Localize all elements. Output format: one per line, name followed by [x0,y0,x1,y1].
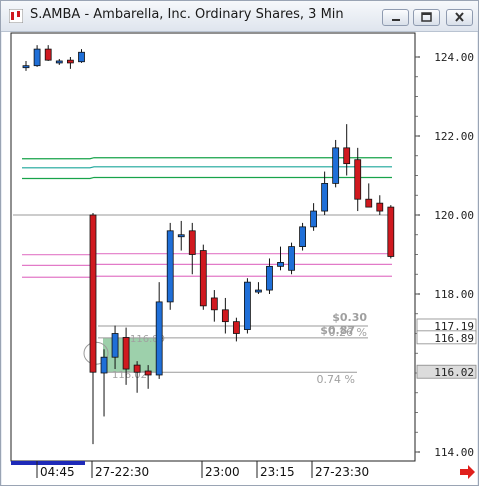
title-bar[interactable]: S.AMBA - Ambarella, Inc. Ordinary Shares… [1,1,478,32]
candle-body[interactable] [299,226,306,248]
restore-button[interactable] [413,9,440,26]
candle[interactable] [299,222,306,251]
candle-body[interactable] [22,65,30,69]
y-axis-tick-label: 120.00 [434,209,474,222]
scroll-right-arrow-icon[interactable] [460,465,475,479]
candle-body[interactable] [67,59,74,64]
candle-body[interactable] [133,364,141,373]
candle-body[interactable] [155,301,163,376]
window-title: S.AMBA - Ambarella, Inc. Ordinary Shares… [30,7,344,22]
price-flag-label: 116.02 [434,366,474,379]
annotation-dollar-label: $0.30 [332,311,367,324]
candle-body[interactable] [266,265,273,291]
annotation-percent-label: 0.74 % [317,373,355,386]
minimize-button[interactable] [382,9,409,26]
price-flag: 116.02 [416,364,477,379]
x-axis-tick-label: 23:00 [205,465,240,479]
candle[interactable] [166,222,174,310]
x-axis-tick-label: 23:15 [260,465,295,479]
candle-body[interactable] [144,370,152,376]
candle[interactable] [288,242,295,275]
y-axis-tick-label: 118.00 [434,288,474,301]
candle-body[interactable] [387,206,395,257]
candle-body[interactable] [343,147,351,165]
candle-body[interactable] [33,48,41,67]
restore-icon [421,12,432,22]
x-axis-tick-label: 04:45 [40,465,75,479]
minimize-icon [392,19,400,21]
candle-body[interactable] [288,246,295,271]
plot-area[interactable] [10,32,416,462]
chart-panel[interactable]: $0.30 0.26 % 116.89 $0.87 0.74 % 116.02 124.0… [2,32,477,485]
annotation-dollar-label: $0.87 [320,324,355,337]
candlestick-chart[interactable]: $0.300.26 %116.89$0.870.74 %116.02 124.0… [2,32,477,485]
y-axis-tick-label: 114.00 [434,446,474,459]
chart-window: S.AMBA - Ambarella, Inc. Ordinary Shares… [0,0,479,486]
candle-body[interactable] [365,198,373,208]
close-button[interactable] [446,9,473,26]
candle-body[interactable] [100,356,108,374]
candle-body[interactable] [177,234,185,238]
candle[interactable] [244,278,251,334]
candle-body[interactable] [354,159,362,200]
candle-body[interactable] [255,289,262,293]
x-axis-tick-label: 27-23:30 [315,465,369,479]
candle-body[interactable] [210,297,218,311]
candle[interactable] [387,205,395,259]
candle-body[interactable] [332,147,340,184]
price-flag: 116.89 [416,330,477,345]
close-icon [455,12,464,22]
candle-body[interactable] [277,261,284,267]
x-axis-tick-label: 27-22:30 [95,465,149,479]
candle-body[interactable] [111,333,119,358]
candle-body[interactable] [232,321,240,334]
candle[interactable] [199,244,207,310]
y-axis-tick-label: 124.00 [434,51,474,64]
y-axis-tick-label: 122.00 [434,130,474,143]
candle-body[interactable] [376,202,384,212]
candle-body[interactable] [310,210,318,228]
candle-body[interactable] [188,230,196,255]
chart-app-icon [9,9,23,23]
candle-body[interactable] [55,60,63,64]
candle-body[interactable] [199,250,207,307]
candle-body[interactable] [89,214,97,373]
price-flag-label: 116.89 [434,332,474,345]
candle-body[interactable] [78,51,85,63]
candle-body[interactable] [321,182,329,212]
candle-body[interactable] [221,309,229,323]
candle-body[interactable] [166,230,174,303]
candle-body[interactable] [244,281,251,330]
annotation-start-price-label: 116.02 [112,370,147,381]
candle-body[interactable] [44,48,52,61]
candle-body[interactable] [122,337,130,370]
